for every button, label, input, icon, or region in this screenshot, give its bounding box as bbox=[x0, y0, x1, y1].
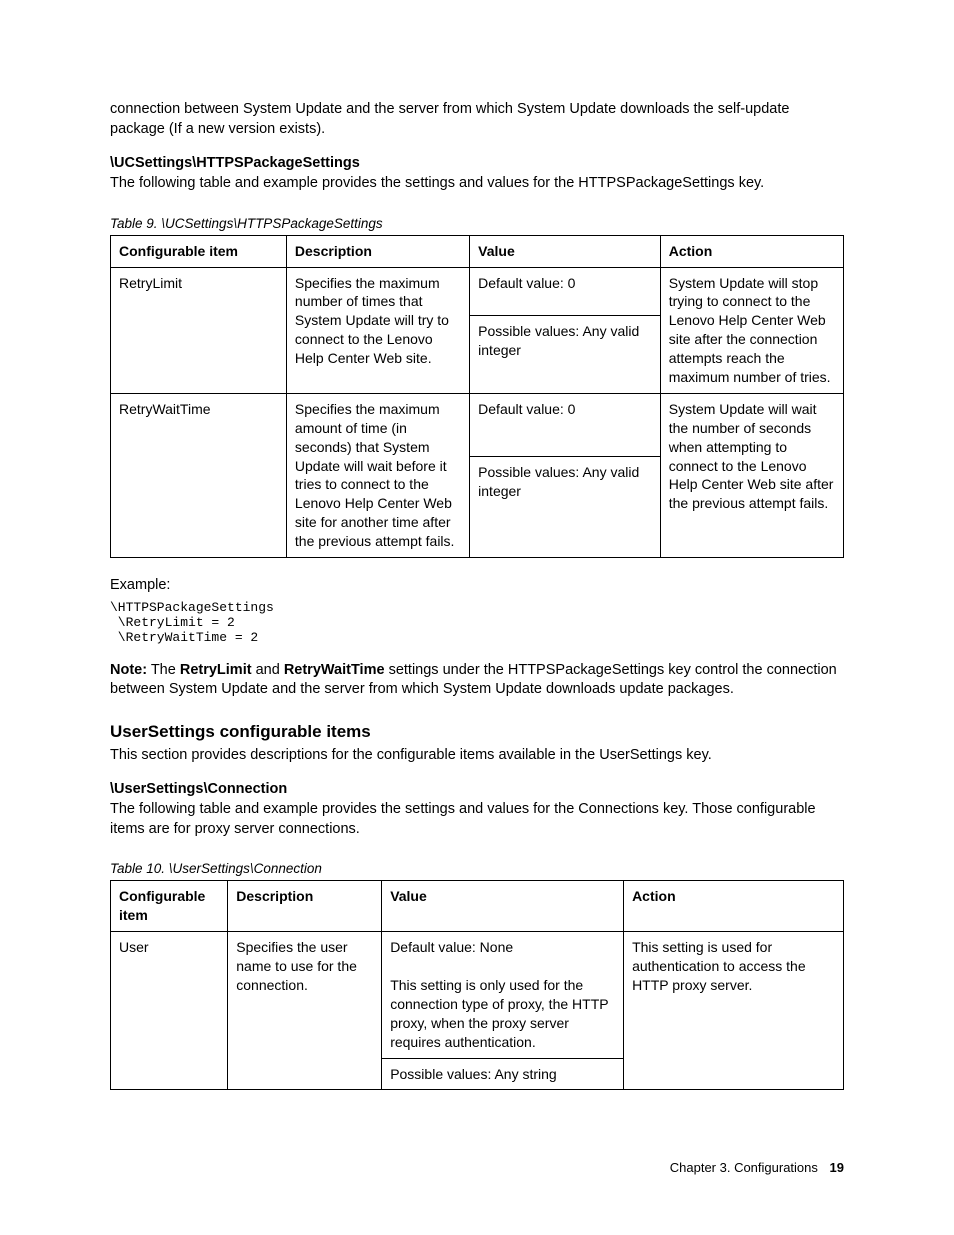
th-value: Value bbox=[382, 881, 624, 932]
cell-value-possible: Possible values: Any valid integer bbox=[470, 457, 661, 558]
usersettings-connection-desc: The following table and example provides… bbox=[110, 800, 844, 839]
table-header-row: Configurable item Description Value Acti… bbox=[111, 235, 844, 267]
th-desc: Description bbox=[228, 881, 382, 932]
table9-caption: Table 9. \UCSettings\HTTPSPackageSetting… bbox=[110, 216, 844, 231]
cell-action: System Update will stop trying to connec… bbox=[660, 267, 843, 393]
cell-desc: Specifies the user name to use for the c… bbox=[228, 932, 382, 1090]
th-desc: Description bbox=[286, 235, 469, 267]
table-row: RetryWaitTime Specifies the maximum amou… bbox=[111, 393, 844, 456]
table-row: RetryLimit Specifies the maximum number … bbox=[111, 267, 844, 316]
cell-value-default: Default value: None This setting is only… bbox=[382, 932, 624, 1058]
note-retrylimit: RetryLimit bbox=[180, 662, 252, 678]
cell-item: User bbox=[111, 932, 228, 1090]
table-row: User Specifies the user name to use for … bbox=[111, 932, 844, 1058]
table10: Configurable item Description Value Acti… bbox=[110, 880, 844, 1090]
cell-value-possible: Possible values: Any valid integer bbox=[470, 316, 661, 394]
th-action: Action bbox=[660, 235, 843, 267]
cell-value-possible: Possible values: Any string bbox=[382, 1058, 624, 1090]
example-label: Example: bbox=[110, 576, 844, 596]
note-paragraph: Note: The RetryLimit and RetryWaitTime s… bbox=[110, 661, 844, 700]
usersettings-connection-heading: \UserSettings\Connection bbox=[110, 781, 844, 797]
note-prefix: Note: bbox=[110, 662, 147, 678]
cell-item: RetryLimit bbox=[111, 267, 287, 393]
footer-chapter: Chapter 3. Configurations bbox=[670, 1160, 818, 1175]
cell-action: This setting is used for authentication … bbox=[624, 932, 844, 1090]
th-action: Action bbox=[624, 881, 844, 932]
cell-value-default: Default value: 0 bbox=[470, 267, 661, 316]
ucsettings-heading: \UCSettings\HTTPSPackageSettings bbox=[110, 155, 844, 171]
intro-paragraph: connection between System Update and the… bbox=[110, 100, 844, 139]
note-text: and bbox=[252, 662, 284, 678]
cell-desc: Specifies the maximum number of times th… bbox=[286, 267, 469, 393]
footer-page-number: 19 bbox=[830, 1160, 844, 1175]
usersettings-heading: UserSettings configurable items bbox=[110, 722, 844, 742]
table9: Configurable item Description Value Acti… bbox=[110, 235, 844, 558]
cell-item: RetryWaitTime bbox=[111, 393, 287, 557]
ucsettings-desc: The following table and example provides… bbox=[110, 174, 844, 194]
note-retrywaittime: RetryWaitTime bbox=[284, 662, 385, 678]
th-item: Configurable item bbox=[111, 235, 287, 267]
page: connection between System Update and the… bbox=[0, 0, 954, 1235]
table10-caption: Table 10. \UserSettings\Connection bbox=[110, 861, 844, 876]
th-value: Value bbox=[470, 235, 661, 267]
usersettings-desc: This section provides descriptions for t… bbox=[110, 746, 844, 766]
cell-action: System Update will wait the number of se… bbox=[660, 393, 843, 557]
th-item: Configurable item bbox=[111, 881, 228, 932]
cell-value-default: Default value: 0 bbox=[470, 393, 661, 456]
code-block: \HTTPSPackageSettings \RetryLimit = 2 \R… bbox=[110, 600, 844, 645]
page-footer: Chapter 3. Configurations 19 bbox=[670, 1160, 844, 1175]
note-text: The bbox=[147, 662, 180, 678]
table-header-row: Configurable item Description Value Acti… bbox=[111, 881, 844, 932]
cell-desc: Specifies the maximum amount of time (in… bbox=[286, 393, 469, 557]
